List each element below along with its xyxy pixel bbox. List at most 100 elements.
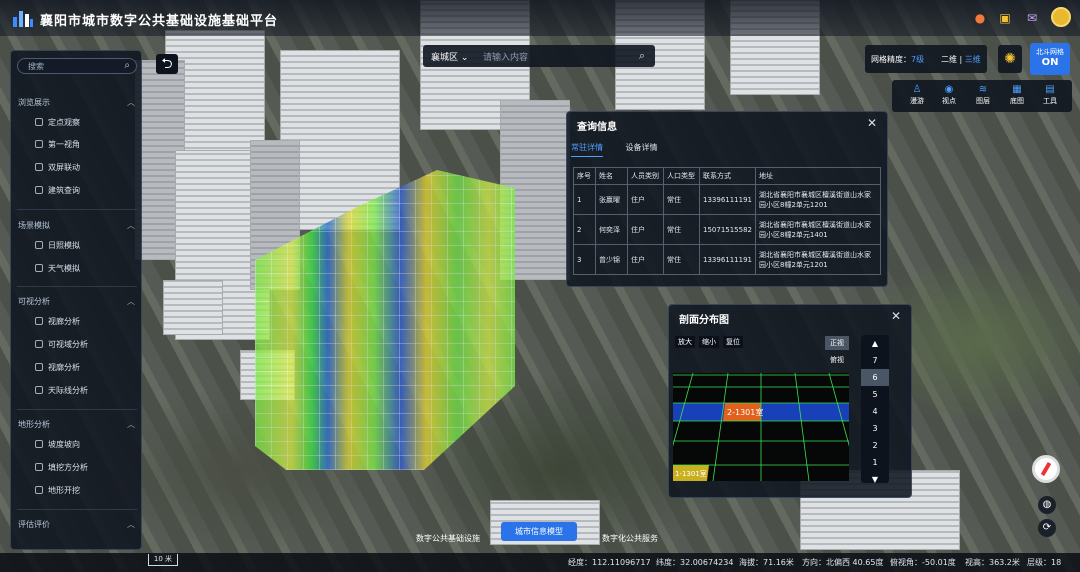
table-cell: 何奕泽 — [595, 214, 628, 245]
search-placeholder: 搜索 — [28, 62, 44, 71]
sidebar-item-sunlight[interactable]: 日照模拟 — [35, 240, 80, 251]
location-pin-icon[interactable]: ● — [972, 10, 988, 26]
close-icon[interactable]: ✕ — [891, 309, 901, 323]
sidebar-item-excavation[interactable]: 地形开挖 — [35, 485, 80, 496]
sidebar-item-cut-fill[interactable]: 填挖方分析 — [35, 462, 88, 473]
dimension-toggle[interactable]: 二维 | 三维 — [941, 54, 981, 65]
tab-city-information-model[interactable]: 城市信息模型 — [501, 522, 577, 541]
compass-icon[interactable] — [1032, 455, 1060, 483]
sidebar-item-dual-screen[interactable]: 双屏联动 — [35, 162, 80, 173]
chevron-up-icon[interactable]: ︿ — [127, 519, 135, 530]
divider — [17, 409, 137, 410]
tool-tools-button[interactable]: ▤ 工具 — [1035, 84, 1065, 106]
column-header: 姓名 — [595, 167, 628, 185]
table-cell: 湖北省襄阳市襄城区檀溪街道山水家园小区8幢2单元1401 — [755, 214, 881, 245]
section-title-browse[interactable]: 浏览展示 — [18, 97, 50, 108]
chevron-up-icon[interactable]: ︿ — [127, 419, 135, 430]
beidou-grid-toggle[interactable]: 北斗网格 ON — [1030, 43, 1070, 75]
section-title-simulation[interactable]: 场景模拟 — [18, 220, 50, 231]
sun-icon[interactable]: ✺ — [998, 45, 1022, 73]
floor-down-icon[interactable]: ▼ — [861, 471, 889, 488]
slope-icon — [35, 440, 43, 448]
tab-device-details[interactable]: 设备详情 — [626, 142, 658, 153]
section-title-visual-analysis[interactable]: 可视分析 — [18, 296, 50, 307]
column-header: 地址 — [755, 167, 881, 185]
sun-icon — [35, 241, 43, 249]
sidebar-item-skyline[interactable]: 天际线分析 — [35, 385, 88, 396]
table-cell: 常住 — [663, 244, 700, 275]
table-cell: 13396111191 — [699, 244, 756, 275]
grid-precision-label[interactable]: 网格精度：7级 — [871, 54, 924, 65]
sidebar-item-weather[interactable]: 天气模拟 — [35, 263, 80, 274]
floor-item[interactable]: 3 — [861, 420, 889, 437]
heading-readout: 方向：北偏西 40.65度 — [802, 558, 884, 567]
divider — [17, 209, 137, 210]
tab-digital-infrastructure[interactable]: 数字公共基础设施 — [416, 533, 480, 544]
briefcase-icon[interactable]: ▣ — [997, 10, 1013, 26]
table-row[interactable]: 3 曾少锦 住户 常住 13396111191 湖北省襄阳市襄城区檀溪街道山水家… — [573, 244, 881, 275]
divider — [17, 509, 137, 510]
tool-viewpoint-button[interactable]: ◉ 视点 — [934, 84, 964, 106]
column-header: 联系方式 — [699, 167, 756, 185]
floor-item[interactable]: 6 — [861, 369, 889, 386]
zoom-out-button[interactable]: 缩小 — [699, 336, 719, 348]
chevron-up-icon[interactable]: ︿ — [127, 220, 135, 231]
rotate-icon[interactable]: ⟳ — [1038, 519, 1056, 537]
building-icon — [35, 186, 43, 194]
table-row[interactable]: 2 何奕泽 住户 常住 15071515582 湖北省襄阳市襄城区檀溪街道山水家… — [573, 214, 881, 245]
floor-item[interactable]: 7 — [861, 352, 889, 369]
table-cell: 2 — [573, 214, 596, 245]
globe-icon[interactable]: ◍ — [1038, 496, 1056, 514]
section-distribution-panel: 剖面分布图 ✕ 放大缩小复位 正视 俯视 侧视 — [668, 304, 912, 498]
split-screen-icon — [35, 163, 43, 171]
close-icon[interactable]: ✕ — [867, 116, 877, 130]
column-header: 人员类别 — [627, 167, 664, 185]
table-cell: 3 — [573, 244, 596, 275]
sidebar-item-viewshed[interactable]: 可视域分析 — [35, 339, 88, 350]
sidebar-item-first-person[interactable]: 第一视角 — [35, 139, 80, 150]
tool-basemap-button[interactable]: ▦ 底图 — [1002, 84, 1032, 106]
toolbox-icon: ▤ — [1045, 84, 1055, 95]
chevron-up-icon[interactable]: ︿ — [127, 97, 135, 108]
district-select[interactable]: 襄城区 ⌄ — [431, 50, 468, 63]
section-view-canvas[interactable]: 2-1301室 1-1301室 — [673, 373, 849, 481]
sidebar-search-input[interactable]: 搜索 ⌕ — [17, 58, 137, 74]
column-header: 人口类型 — [663, 167, 700, 185]
tool-roam-button[interactable]: ♙ 漫游 — [902, 84, 932, 106]
floor-item[interactable]: 4 — [861, 403, 889, 420]
reset-button[interactable]: 复位 — [723, 336, 743, 348]
altitude-readout: 海拔：71.16米 — [739, 558, 794, 567]
scale-bar: 10 米 — [148, 554, 178, 566]
person-icon — [35, 140, 43, 148]
floor-item[interactable]: 1 — [861, 454, 889, 471]
mail-icon[interactable]: ✉ — [1024, 10, 1040, 26]
table-cell: 13396111191 — [699, 184, 756, 215]
sidebar-item-view-corridor[interactable]: 视廊分析 — [35, 316, 80, 327]
top-search-input[interactable]: 请输入内容 — [483, 50, 528, 63]
sidebar-item-slope[interactable]: 坡度坡向 — [35, 439, 80, 450]
tab-resident-details[interactable]: 常驻详情 — [571, 142, 603, 157]
search-icon[interactable]: ⌕ — [124, 60, 130, 71]
back-button[interactable]: ⮌ — [156, 54, 178, 74]
chevron-up-icon[interactable]: ︿ — [127, 296, 135, 307]
section-title-terrain[interactable]: 地形分析 — [18, 419, 50, 430]
table-row[interactable]: 1 张赢曜 住户 常住 13396111191 湖北省襄阳市襄城区檀溪街道山水家… — [573, 184, 881, 215]
table-cell: 住户 — [627, 244, 664, 275]
avatar[interactable] — [1051, 7, 1071, 27]
floor-item[interactable]: 5 — [861, 386, 889, 403]
view-front-button[interactable]: 正视 — [825, 336, 849, 350]
sidebar-item-fixed-view[interactable]: 定点观察 — [35, 117, 80, 128]
floor-item[interactable]: 2 — [861, 437, 889, 454]
section-grid-graphic: 2-1301室 1-1301室 — [673, 373, 849, 481]
sidebar-item-view-outline[interactable]: 视廓分析 — [35, 362, 80, 373]
tab-digital-public-service[interactable]: 数字化公共服务 — [602, 533, 658, 544]
search-icon[interactable]: ⌕ — [639, 49, 645, 63]
tool-layers-button[interactable]: ≋ 图层 — [968, 84, 998, 106]
floor-up-icon[interactable]: ▲ — [861, 335, 889, 352]
skyline-icon — [35, 386, 43, 394]
zoom-in-button[interactable]: 放大 — [675, 336, 695, 348]
section-title-evaluation[interactable]: 评估评价 — [18, 519, 50, 530]
view-top-button[interactable]: 俯视 — [825, 353, 849, 367]
sidebar-item-building-query[interactable]: 建筑查询 — [35, 185, 80, 196]
table-cell: 1 — [573, 184, 596, 215]
